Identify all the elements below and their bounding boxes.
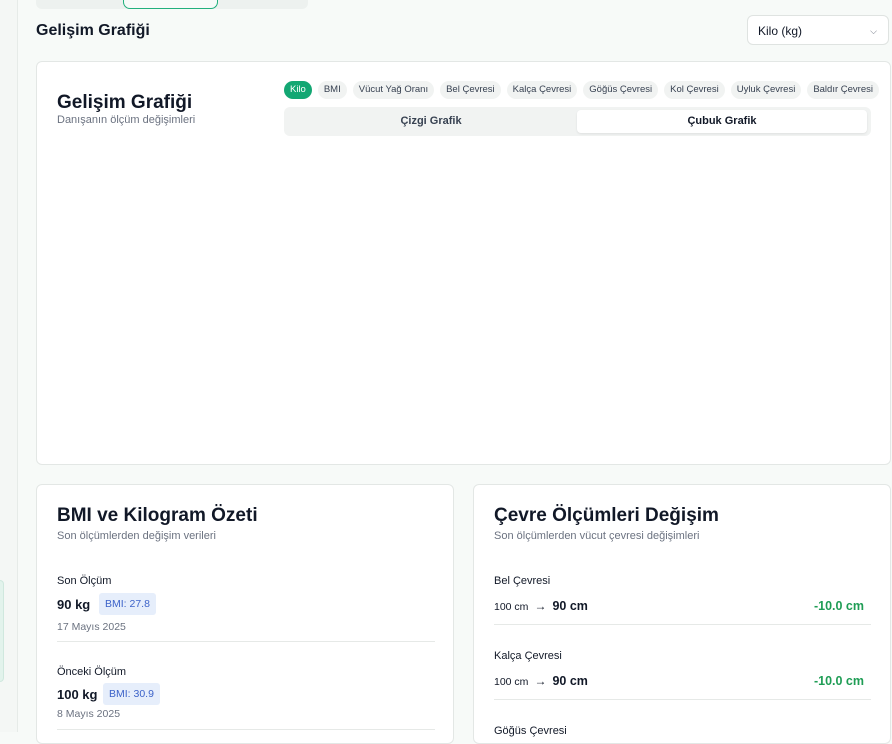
circ-item-label: Göğüs Çevresi <box>494 725 567 737</box>
circ-to: 90 cm <box>552 674 588 688</box>
circ-item-values: 100 cm → 90 cm <box>494 674 588 688</box>
arrow-right-icon: → <box>534 599 547 613</box>
latest-label: Son Ölçüm <box>57 575 112 587</box>
circ-item-values: 100 cm → 90 cm <box>494 599 588 613</box>
previous-label: Önceki Ölçüm <box>57 666 127 678</box>
circ-item-label: Kalça Çevresi <box>494 650 562 662</box>
previous-weight: 100 kg <box>57 687 98 702</box>
tab-line-chart[interactable]: Çizgi Grafik <box>286 110 576 133</box>
circ-item-label: Bel Çevresi <box>494 575 551 587</box>
chart-type-toggle: Çizgi Grafik Çubuk Grafik <box>284 107 871 136</box>
bmi-summary-card: BMI ve Kilogram Özeti Son ölçümlerden de… <box>36 484 454 744</box>
circ-to: 90 cm <box>552 599 588 613</box>
chevron-down-icon: ⌵ <box>870 26 877 36</box>
metric-select-value: Kilo (kg) <box>758 24 803 38</box>
circ-from: 100 cm <box>494 676 529 688</box>
divider <box>57 641 435 642</box>
latest-weight: 90 kg <box>57 597 91 612</box>
divider <box>494 699 871 700</box>
pill-bmi[interactable]: BMI <box>317 81 347 99</box>
tab-bar-chart[interactable]: Çubuk Grafik <box>577 110 867 133</box>
circ-diff: -10.0 cm <box>813 599 864 613</box>
sidebar-toggle-tab[interactable] <box>0 580 4 682</box>
pill-waist[interactable]: Bel Çevresi <box>440 81 501 99</box>
bmi-card-subtitle: Son ölçümlerden değişim verileri <box>57 530 216 542</box>
arrow-right-icon: → <box>534 674 547 688</box>
pill-arm[interactable]: Kol Çevresi <box>664 81 725 99</box>
bmi-card-title: BMI ve Kilogram Özeti <box>57 505 258 526</box>
circ-from: 100 cm <box>494 601 529 613</box>
pill-chest[interactable]: Göğüs Çevresi <box>583 81 659 99</box>
top-tab-active[interactable] <box>123 0 218 9</box>
metric-select[interactable]: Kilo (kg) ⌵ <box>747 15 889 45</box>
divider <box>57 729 435 730</box>
latest-bmi-badge: BMI: 27.8 <box>99 593 156 615</box>
pill-thigh[interactable]: Uyluk Çevresi <box>730 81 802 99</box>
latest-date: 17 Mayıs 2025 <box>57 621 126 633</box>
pill-kilo[interactable]: Kilo <box>284 81 312 99</box>
pill-hip[interactable]: Kalça Çevresi <box>506 81 578 99</box>
divider <box>494 624 871 625</box>
pill-body-fat[interactable]: Vücut Yağ Oranı <box>352 81 435 99</box>
circ-diff: -10.0 cm <box>813 674 864 688</box>
chart-card-subtitle: Danışanın ölçüm değişimleri <box>57 114 196 126</box>
metric-pill-group: Kilo BMI Vücut Yağ Oranı Bel Çevresi Kal… <box>284 81 879 99</box>
pill-calf[interactable]: Baldır Çevresi <box>807 81 879 99</box>
previous-bmi-badge: BMI: 30.9 <box>103 683 160 705</box>
circumference-card: Çevre Ölçümleri Değişim Son ölçümlerden … <box>473 484 891 744</box>
progress-chart-card: Gelişim Grafiği Danışanın ölçüm değişiml… <box>36 61 891 465</box>
sidebar-rail <box>0 0 18 732</box>
previous-date: 8 Mayıs 2025 <box>57 708 121 720</box>
circ-card-subtitle: Son ölçümlerden vücut çevresi değişimler… <box>494 530 700 542</box>
chart-card-title: Gelişim Grafiği <box>57 92 193 113</box>
circ-card-title: Çevre Ölçümleri Değişim <box>494 505 719 526</box>
page-title: Gelişim Grafiği <box>36 22 150 39</box>
